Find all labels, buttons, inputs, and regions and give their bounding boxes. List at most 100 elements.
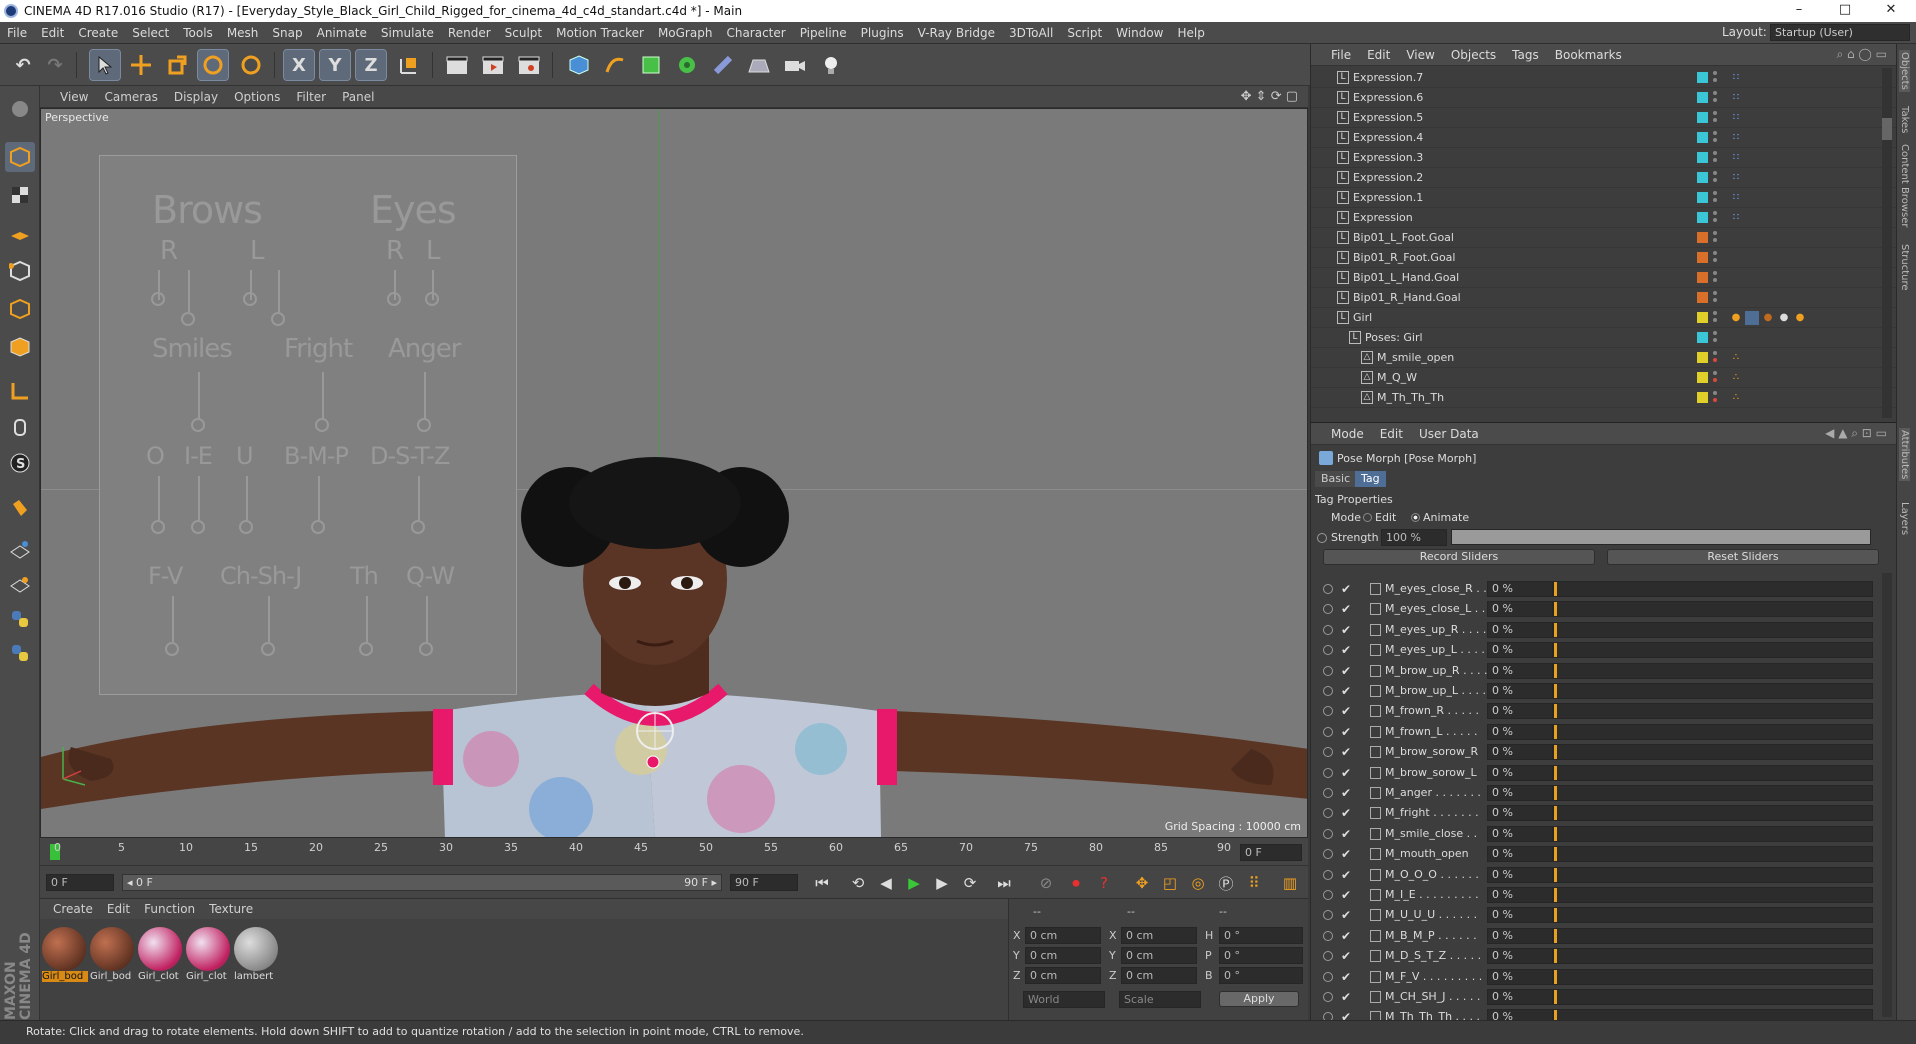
pose-value-field[interactable]: 0 % [1487,703,1553,720]
editor-visibility-dot[interactable] [1713,211,1717,215]
animate-radio[interactable] [1323,849,1333,860]
pose-slider[interactable] [1553,846,1873,863]
object-tag-icon[interactable]: ● [1793,311,1807,325]
enable-checkbox[interactable]: ✔ [1341,806,1351,820]
pose-slider[interactable] [1553,907,1873,924]
layer-color-swatch[interactable] [1697,92,1708,103]
object-row[interactable]: L Expression.6 ∷ [1311,88,1897,108]
material-swatch[interactable]: Girl_bod [90,927,136,987]
keyframe-selection-button[interactable]: ? [1092,872,1116,894]
animate-radio[interactable] [1323,767,1333,778]
render-visibility-dot[interactable] [1713,258,1717,262]
side-tab-layers[interactable]: Layers [1899,502,1910,535]
key-position-button[interactable]: ✥ [1130,872,1154,894]
size-y-field[interactable]: 0 cm [1121,947,1197,964]
locked-workplane-button[interactable] [5,568,35,598]
menu-character[interactable]: Character [719,26,792,40]
obj-menu-view[interactable]: View [1398,48,1442,62]
key-rotation-button[interactable]: ◎ [1186,872,1210,894]
mat-menu-function[interactable]: Function [137,902,202,916]
layer-color-swatch[interactable] [1697,172,1708,183]
animate-radio[interactable] [1323,951,1333,962]
editor-visibility-dot[interactable] [1713,291,1717,295]
model-mode-button[interactable] [5,142,35,172]
object-name[interactable]: Expression.5 [1353,111,1423,124]
edges-mode-button[interactable] [5,294,35,324]
menu-select[interactable]: Select [125,26,176,40]
rotation-p-field[interactable]: 0 ° [1219,947,1303,964]
workplane-mode-button[interactable] [5,216,35,246]
editor-visibility-dot[interactable] [1713,71,1717,75]
make-editable-button[interactable] [5,94,35,124]
enable-checkbox[interactable]: ✔ [1341,888,1351,902]
object-tag-icon[interactable]: ● [1777,311,1791,325]
recent-tool-button[interactable] [236,50,266,80]
render-visibility-dot[interactable] [1713,278,1717,282]
rotation-h-field[interactable]: 0 ° [1219,927,1303,944]
layer-color-swatch[interactable] [1697,372,1708,383]
layer-color-swatch[interactable] [1697,392,1708,403]
menu-help[interactable]: Help [1170,26,1211,40]
slider-handle[interactable] [1554,928,1557,943]
menu-vray-bridge[interactable]: V-Ray Bridge [911,26,1002,40]
pose-slider[interactable] [1553,805,1873,822]
enable-checkbox[interactable]: ✔ [1341,827,1351,841]
object-name[interactable]: Expression.4 [1353,131,1423,144]
expression-tag-icon[interactable]: ∷ [1729,191,1743,205]
animate-radio[interactable] [1323,992,1333,1002]
slider-handle[interactable] [1554,745,1557,760]
object-name[interactable]: Girl [1353,311,1372,324]
layer-color-swatch[interactable] [1697,312,1708,323]
menu-render[interactable]: Render [441,26,498,40]
render-visibility-dot[interactable] [1713,178,1717,182]
animate-radio[interactable] [1323,706,1333,717]
menu-file[interactable]: File [0,26,34,40]
add-cloner-button[interactable] [672,50,702,80]
animate-radio[interactable] [1323,808,1333,819]
quantize-button[interactable] [5,534,35,564]
pose-value-field[interactable]: 0 % [1487,825,1553,842]
menu-3dtoall[interactable]: 3DToAll [1002,26,1060,40]
animate-radio[interactable] [1323,828,1333,839]
go-to-start-button[interactable]: ⏮ [810,872,834,894]
editor-visibility-dot[interactable] [1713,371,1717,375]
slider-handle[interactable] [1554,765,1557,780]
animate-radio[interactable] [1323,624,1333,635]
pose-value-field[interactable]: 0 % [1487,989,1553,1005]
enable-checkbox[interactable]: ✔ [1341,643,1351,657]
menu-window[interactable]: Window [1109,26,1170,40]
slider-handle[interactable] [1554,582,1557,596]
pose-value-field[interactable]: 0 % [1487,948,1553,965]
enable-checkbox[interactable]: ✔ [1341,582,1351,596]
animate-radio[interactable] [1323,645,1333,656]
layout-select[interactable]: Startup (User) [1770,24,1910,41]
object-name[interactable]: Expression.6 [1353,91,1423,104]
animate-radio[interactable] [1323,665,1333,676]
pose-slider[interactable] [1553,703,1873,720]
texture-mode-button[interactable] [5,180,35,210]
pose-value-field[interactable]: 0 % [1487,866,1553,883]
pose-slider[interactable] [1553,621,1873,638]
slider-handle[interactable] [1554,888,1557,902]
material-swatch[interactable]: Girl_bod [42,927,88,987]
object-row[interactable]: L Bip01_R_Foot.Goal [1311,248,1897,268]
pose-slider[interactable] [1553,764,1873,781]
attr-menu-edit[interactable]: Edit [1372,427,1411,441]
render-visibility-dot[interactable] [1713,238,1717,242]
pose-value-field[interactable]: 0 % [1487,764,1553,781]
rotation-b-field[interactable]: 0 ° [1219,967,1303,984]
pose-slider[interactable] [1553,825,1873,842]
pose-slider[interactable] [1553,683,1873,699]
pose-slider[interactable] [1553,662,1873,679]
current-frame-field[interactable]: 0 F [1240,844,1302,861]
layer-color-swatch[interactable] [1697,112,1708,123]
enable-checkbox[interactable]: ✔ [1341,929,1351,943]
frame-range-slider[interactable]: ◂ 0 F 90 F ▸ [122,874,722,891]
render-visibility-dot[interactable] [1713,78,1717,82]
attribute-scrollbar[interactable] [1882,573,1892,1017]
layer-color-swatch[interactable] [1697,292,1708,303]
pose-value-field[interactable]: 0 % [1487,683,1553,699]
slider-handle[interactable] [1554,704,1557,719]
slider-handle[interactable] [1554,969,1557,984]
coordinate-system-button[interactable] [394,50,424,80]
